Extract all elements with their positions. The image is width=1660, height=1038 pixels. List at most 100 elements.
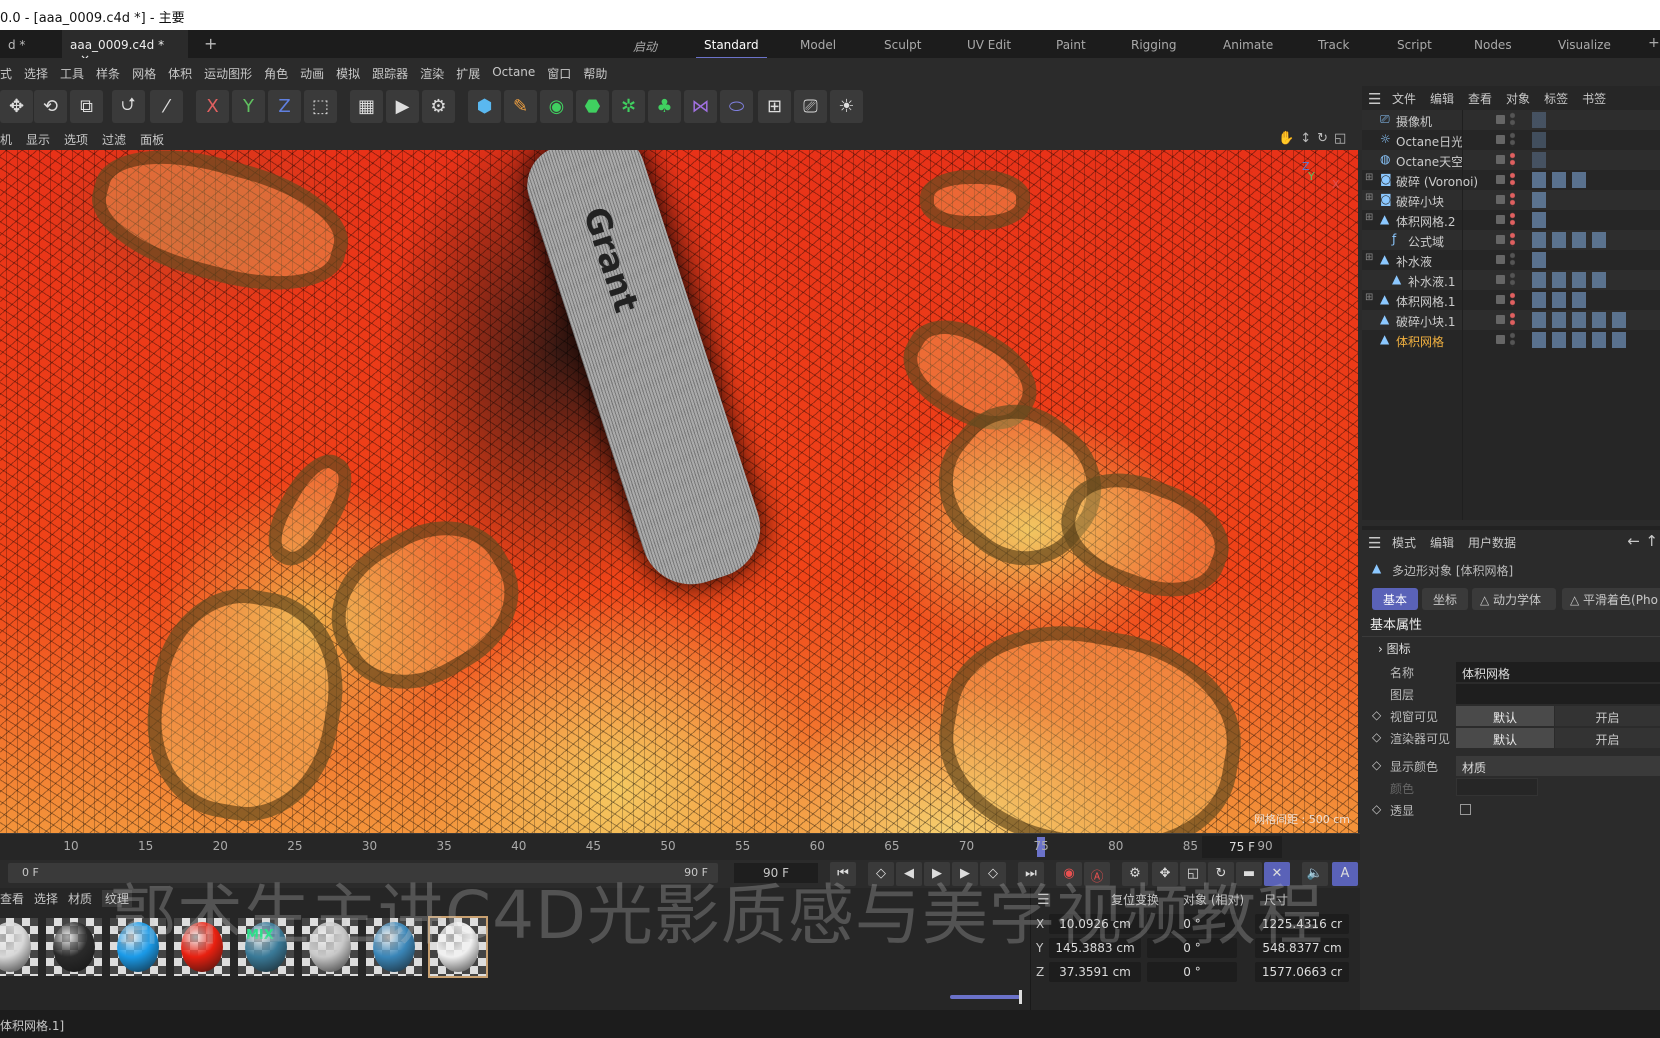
- layout-tab-1[interactable]: Standard: [696, 38, 767, 59]
- rotation-z-field[interactable]: 0 °: [1147, 962, 1237, 982]
- back-arrow-icon[interactable]: ←: [1627, 532, 1640, 550]
- viewport-visible-on[interactable]: 开启: [1555, 706, 1660, 726]
- visibility-dots-icon[interactable]: [1510, 192, 1515, 207]
- menu-item[interactable]: 扩展: [456, 65, 480, 86]
- expand-toggle-icon[interactable]: ⊞: [1365, 192, 1373, 203]
- edit-toggle-icon[interactable]: [1496, 155, 1505, 164]
- menu-item[interactable]: 样条: [96, 65, 120, 86]
- add-layout-icon[interactable]: +: [1648, 35, 1660, 51]
- viewport-visible-default[interactable]: 默认: [1456, 706, 1554, 726]
- dolly-icon[interactable]: ↕: [1300, 131, 1311, 146]
- visibility-dots-icon[interactable]: [1510, 172, 1515, 187]
- om-menu-item[interactable]: 标签: [1544, 90, 1568, 107]
- edit-toggle-icon[interactable]: [1496, 295, 1505, 304]
- edit-toggle-icon[interactable]: [1496, 275, 1505, 284]
- menu-item[interactable]: 跟踪器: [372, 65, 408, 86]
- color-swatch[interactable]: [1456, 778, 1538, 796]
- layout-tab-7[interactable]: Animate: [1223, 38, 1273, 52]
- expand-toggle-icon[interactable]: ⊞: [1365, 212, 1373, 223]
- visibility-dots-icon[interactable]: [1510, 132, 1515, 147]
- menu-item[interactable]: 角色: [264, 65, 288, 86]
- edit-toggle-icon[interactable]: [1496, 195, 1505, 204]
- material-thumbnail[interactable]: [46, 918, 102, 976]
- layout-tab-8[interactable]: Track: [1318, 38, 1349, 52]
- menu-item[interactable]: 窗口: [547, 65, 571, 86]
- menu-item[interactable]: 式: [0, 65, 12, 86]
- render-picture-viewer-icon[interactable]: ▶: [386, 90, 419, 123]
- render-visible-default[interactable]: 默认: [1456, 728, 1554, 748]
- object-row[interactable]: ⊞ ▲ 补水液: [1362, 250, 1660, 270]
- tag-icons[interactable]: [1532, 152, 1552, 168]
- move-icon[interactable]: ✥: [0, 90, 33, 123]
- tab-phong[interactable]: △ 平滑着色(Pho: [1562, 588, 1660, 610]
- timeline-ruler[interactable]: 75 F 10 15 20 25 30 35 40 45 50 55 60 65 70 75 80 85 90: [0, 833, 1360, 860]
- menu-item[interactable]: 动画: [300, 65, 324, 86]
- menu-item[interactable]: 工具: [60, 65, 84, 86]
- visibility-dots-icon[interactable]: [1510, 272, 1515, 287]
- om-menu-item[interactable]: 对象: [1506, 90, 1530, 107]
- om-menu-item[interactable]: 书签: [1582, 90, 1606, 107]
- edit-toggle-icon[interactable]: [1496, 315, 1505, 324]
- visibility-dots-icon[interactable]: [1510, 252, 1515, 267]
- edit-toggle-icon[interactable]: [1496, 235, 1505, 244]
- object-row[interactable]: ▲ 补水液.1: [1362, 270, 1660, 290]
- menu-item[interactable]: 模拟: [336, 65, 360, 86]
- tag-icons[interactable]: [1532, 312, 1632, 328]
- visibility-dots-icon[interactable]: [1510, 112, 1515, 127]
- om-menu-item[interactable]: 查看: [1468, 90, 1492, 107]
- position-z-field[interactable]: 37.3591 cm: [1049, 962, 1141, 982]
- om-menu-item[interactable]: 编辑: [1430, 90, 1454, 107]
- menu-item[interactable]: 选择: [24, 65, 48, 86]
- tag-icons[interactable]: [1532, 212, 1552, 228]
- edit-toggle-icon[interactable]: [1496, 135, 1505, 144]
- tab-basic[interactable]: 基本: [1372, 588, 1418, 610]
- menu-icon[interactable]: ☰: [1368, 90, 1381, 108]
- rotate-icon[interactable]: ⟲: [34, 90, 67, 123]
- render-settings-icon[interactable]: ⚙: [422, 90, 455, 123]
- layout-tab-9[interactable]: Script: [1397, 38, 1432, 52]
- tab-dynamics-body[interactable]: △ 动力学体: [1472, 588, 1556, 610]
- edit-toggle-icon[interactable]: [1496, 115, 1505, 124]
- viewport-menu-item[interactable]: 过滤: [102, 131, 126, 150]
- menu-item[interactable]: 体积: [168, 65, 192, 86]
- z-axis-icon[interactable]: Z: [268, 90, 301, 123]
- tag-icons[interactable]: [1532, 192, 1552, 208]
- tag-icons[interactable]: [1532, 292, 1592, 308]
- am-menu-item[interactable]: 用户数据: [1468, 534, 1516, 551]
- layout-tab-0[interactable]: 启动: [633, 38, 657, 55]
- edit-toggle-icon[interactable]: [1496, 335, 1505, 344]
- tag-icons[interactable]: [1532, 252, 1552, 268]
- object-row[interactable]: ⊞ ◙ 破碎小块: [1362, 190, 1660, 210]
- menu-item[interactable]: 网格: [132, 65, 156, 86]
- visibility-dots-icon[interactable]: [1510, 232, 1515, 247]
- voronoi-icon[interactable]: ♣: [648, 90, 681, 123]
- expand-toggle-icon[interactable]: ⊞: [1365, 292, 1373, 303]
- visibility-dots-icon[interactable]: [1510, 152, 1515, 167]
- visibility-dots-icon[interactable]: [1510, 312, 1515, 327]
- keyframe-diamond-icon[interactable]: ◇: [1372, 758, 1381, 772]
- cloner-icon[interactable]: ✲: [612, 90, 645, 123]
- visibility-dots-icon[interactable]: [1510, 292, 1515, 307]
- tab-coordinates[interactable]: 坐标: [1422, 588, 1468, 610]
- material-size-slider[interactable]: [950, 990, 1022, 1004]
- subdivision-icon[interactable]: ◉: [540, 90, 573, 123]
- visibility-dots-icon[interactable]: [1510, 212, 1515, 227]
- tag-icons[interactable]: [1532, 132, 1552, 148]
- camera-icon[interactable]: ⎚: [794, 90, 827, 123]
- 3d-viewport[interactable]: Grant Z Y X 网格间距 : 500 cm: [0, 150, 1358, 833]
- y-axis-icon[interactable]: Y: [232, 90, 265, 123]
- coordinate-system-icon[interactable]: ⬚: [304, 90, 337, 123]
- am-menu-item[interactable]: 编辑: [1430, 534, 1454, 551]
- layer-input[interactable]: [1456, 684, 1660, 704]
- edit-toggle-icon[interactable]: [1496, 215, 1505, 224]
- xray-checkbox[interactable]: [1460, 804, 1471, 815]
- object-row[interactable]: ƒ 公式域: [1362, 230, 1660, 250]
- object-row[interactable]: ⊞ ◙ 破碎 (Voronoi): [1362, 170, 1660, 190]
- document-tab-active[interactable]: aaa_0009.c4d * ×: [62, 30, 188, 66]
- x-axis-icon[interactable]: X: [196, 90, 229, 123]
- render-visible-on[interactable]: 开启: [1555, 728, 1660, 748]
- object-row[interactable]: ⎚ 摄像机: [1362, 110, 1660, 130]
- layout-tab-2[interactable]: Model: [800, 38, 836, 52]
- deformer-icon[interactable]: ⋈: [684, 90, 717, 123]
- tag-icons[interactable]: [1532, 112, 1552, 128]
